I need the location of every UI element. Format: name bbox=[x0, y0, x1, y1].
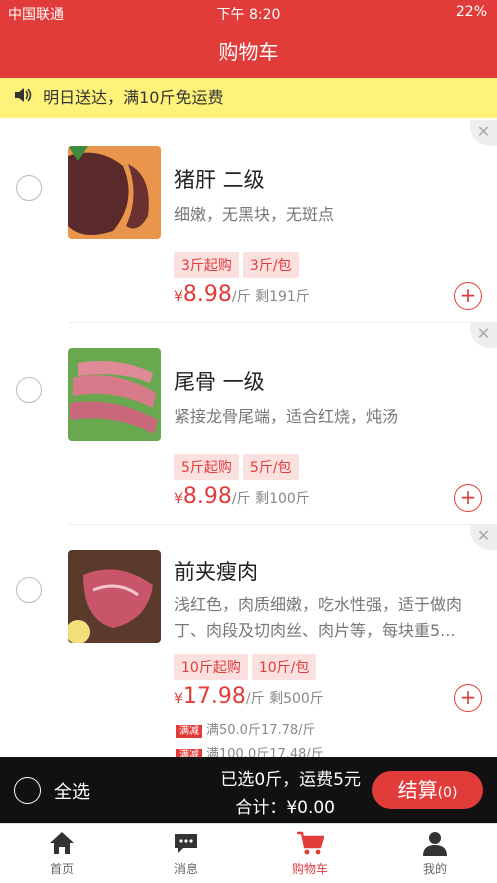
checkout-count: (0) bbox=[437, 785, 458, 801]
tab-label: 消息 bbox=[173, 862, 198, 876]
tab-profile[interactable]: 我的 bbox=[385, 830, 485, 877]
price-amount: 8.98 bbox=[182, 484, 232, 509]
price-row: ¥8.98/斤 剩191斤 bbox=[174, 282, 310, 307]
min-order-tag: 5斤起购 bbox=[174, 454, 239, 480]
cart-icon bbox=[260, 830, 360, 858]
tab-label: 我的 bbox=[422, 862, 447, 876]
currency-symbol: ¥ bbox=[174, 289, 183, 305]
delivery-notice: 明日送达，满10斤免运费 bbox=[0, 78, 497, 118]
tag-group: 5斤起购 5斤/包 bbox=[174, 454, 303, 480]
home-icon bbox=[12, 830, 112, 858]
min-order-tag: 3斤起购 bbox=[174, 252, 239, 278]
pack-size-tag: 5斤/包 bbox=[242, 454, 299, 480]
price-unit: /斤 bbox=[231, 289, 251, 305]
promo-badge: 满减 bbox=[176, 749, 202, 757]
pack-size-tag: 3斤/包 bbox=[242, 252, 299, 278]
tab-label: 购物车 bbox=[291, 862, 328, 876]
battery-percent: 22% bbox=[455, 4, 487, 20]
item-select-radio[interactable] bbox=[16, 377, 42, 403]
message-icon bbox=[136, 830, 236, 858]
status-bar: 中国联通 下午 8:20 22% bbox=[0, 0, 497, 26]
product-desc: 浅红色，肉质细嫩，吃水性强，适于做肉丁、肉段及切肉丝、肉片等，每块重5... bbox=[174, 595, 463, 640]
promo-text: 满100.0斤17.48/斤 bbox=[206, 747, 324, 757]
user-icon bbox=[385, 830, 485, 858]
pack-size-tag: 10斤/包 bbox=[251, 654, 317, 680]
price-amount: 17.98 bbox=[182, 684, 246, 709]
cart-item: ✕ 前夹瘦肉 浅红色，肉质细嫩，吃水性强，适于做肉丁、肉段及切肉丝、肉片等，每块… bbox=[0, 524, 497, 757]
currency-symbol: ¥ bbox=[174, 491, 183, 507]
close-icon[interactable]: ✕ bbox=[470, 322, 497, 348]
close-icon[interactable]: ✕ bbox=[470, 524, 497, 550]
promo-row: 满减 满50.0斤17.78/斤 bbox=[176, 719, 316, 738]
tab-bar: 首页 消息 购物车 我的 bbox=[0, 823, 497, 883]
add-button[interactable]: + bbox=[454, 484, 482, 512]
cart-item: ✕ 猪肝 二级 细嫩，无黑块，无斑点 3斤起购 3斤/包 ¥8.98/斤 剩191… bbox=[0, 120, 497, 323]
currency-symbol: ¥ bbox=[174, 691, 183, 707]
notice-text: 明日送达，满10斤免运费 bbox=[43, 88, 224, 107]
product-name: 前夹瘦肉 bbox=[174, 560, 258, 584]
stock-label: 剩191斤 bbox=[255, 289, 310, 305]
product-desc: 紧接龙骨尾端，适合红烧，炖汤 bbox=[174, 407, 399, 426]
price-unit: /斤 bbox=[245, 691, 265, 707]
product-image bbox=[68, 146, 161, 239]
product-image bbox=[68, 348, 161, 441]
product-desc: 细嫩，无黑块，无斑点 bbox=[174, 205, 335, 224]
product-name: 尾骨 一级 bbox=[174, 370, 265, 394]
promo-badge: 满减 bbox=[176, 725, 202, 738]
stock-label: 剩500斤 bbox=[269, 691, 324, 707]
product-name: 猪肝 二级 bbox=[174, 168, 265, 192]
clock: 下午 8:20 bbox=[216, 7, 281, 23]
speaker-icon bbox=[14, 78, 38, 118]
item-select-radio[interactable] bbox=[16, 175, 42, 201]
checkout-label: 结算 bbox=[397, 778, 438, 802]
selected-summary: 已选0斤，运费5元 bbox=[220, 770, 361, 790]
checkout-button[interactable]: 结算(0) bbox=[372, 771, 483, 809]
page-title: 购物车 bbox=[0, 26, 497, 78]
promo-text: 满50.0斤17.78/斤 bbox=[206, 723, 316, 738]
add-button[interactable]: + bbox=[454, 684, 482, 712]
stock-label: 剩100斤 bbox=[255, 491, 310, 507]
min-order-tag: 10斤起购 bbox=[174, 654, 248, 680]
tab-cart[interactable]: 购物车 bbox=[260, 830, 360, 877]
checkout-bar: 全选 已选0斤，运费5元 合计：¥0.00 结算(0) bbox=[0, 757, 497, 823]
total-amount: 合计：¥0.00 bbox=[235, 798, 335, 818]
select-all-radio[interactable] bbox=[14, 777, 41, 804]
cart-item: ✕ 尾骨 一级 紧接龙骨尾端，适合红烧，炖汤 5斤起购 5斤/包 ¥8.98/斤 … bbox=[0, 322, 497, 525]
price-row: ¥17.98/斤 剩500斤 bbox=[174, 684, 324, 709]
price-amount: 8.98 bbox=[182, 282, 232, 307]
tag-group: 10斤起购 10斤/包 bbox=[174, 654, 320, 680]
promo-row: 满减 满100.0斤17.48/斤 bbox=[176, 743, 324, 757]
price-row: ¥8.98/斤 剩100斤 bbox=[174, 484, 310, 509]
select-all-label[interactable]: 全选 bbox=[54, 778, 90, 804]
add-button[interactable]: + bbox=[454, 282, 482, 310]
product-image bbox=[68, 550, 161, 643]
tab-messages[interactable]: 消息 bbox=[136, 830, 236, 877]
tag-group: 3斤起购 3斤/包 bbox=[174, 252, 303, 278]
tab-home[interactable]: 首页 bbox=[12, 830, 112, 877]
tab-label: 首页 bbox=[49, 862, 74, 876]
price-unit: /斤 bbox=[231, 491, 251, 507]
close-icon[interactable]: ✕ bbox=[470, 120, 497, 146]
item-select-radio[interactable] bbox=[16, 577, 42, 603]
